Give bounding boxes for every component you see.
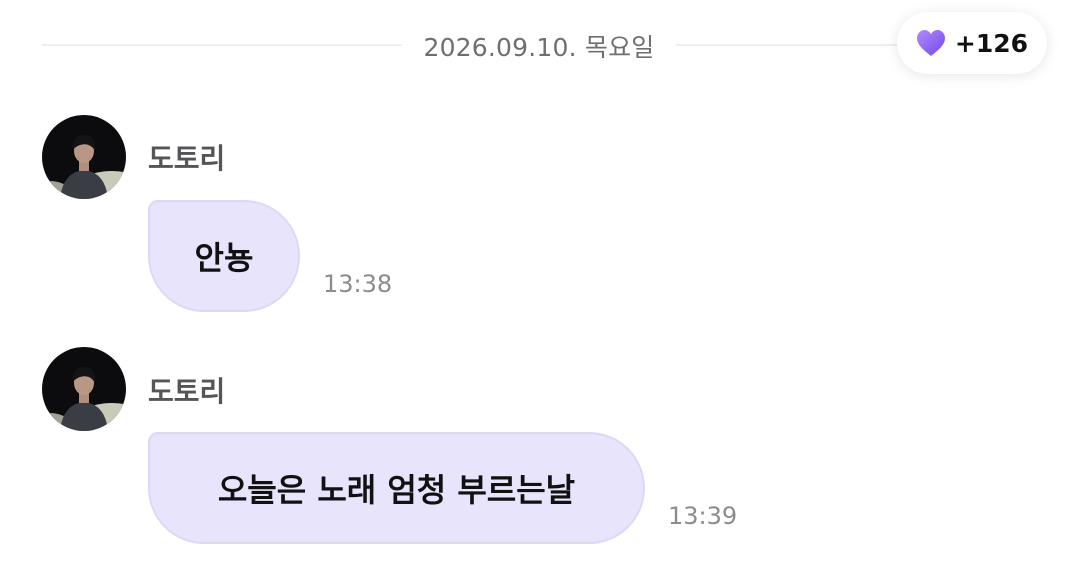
message-time: 13:39 [668, 502, 738, 530]
message-bubble[interactable]: 오늘은 노래 엄청 부르는날 [148, 432, 645, 544]
sender-name: 도토리 [148, 142, 226, 175]
message-time: 13:38 [323, 270, 393, 298]
avatar[interactable] [42, 347, 126, 431]
heart-count-text: +126 [954, 28, 1029, 58]
date-label: 2026.09.10. 목요일 [423, 33, 655, 62]
heart-count-badge[interactable]: +126 [897, 12, 1047, 74]
divider-line-left [42, 44, 402, 46]
divider-line-right [676, 44, 922, 46]
avatar[interactable] [42, 115, 126, 199]
sender-name: 도토리 [148, 375, 226, 408]
purple-heart-icon [916, 29, 946, 57]
message-bubble[interactable]: 안뇽 [148, 200, 300, 312]
date-divider: 2026.09.10. 목요일 [42, 24, 922, 64]
